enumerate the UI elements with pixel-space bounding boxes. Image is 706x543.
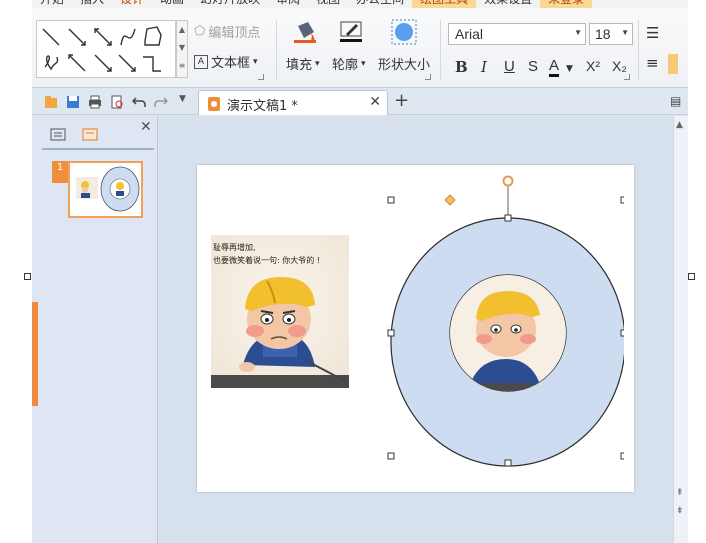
vertical-scrollbar[interactable]: ▲ ⇞ ⇟	[673, 116, 688, 543]
undo-icon[interactable]	[132, 95, 146, 109]
dialog-launcher-icon[interactable]	[624, 74, 630, 80]
document-tab[interactable]: 演示文稿1 * ✕	[198, 90, 388, 115]
save-icon[interactable]	[66, 95, 80, 109]
font-size-value: 18	[595, 26, 611, 42]
chevron-down-icon[interactable]: ▼	[566, 64, 573, 74]
chevron-down-icon: ▼	[574, 28, 582, 37]
divider	[276, 20, 277, 80]
chevron-down-icon: ▼	[621, 28, 629, 37]
fill-label: 填充	[286, 58, 313, 73]
outline-view-icon[interactable]	[48, 126, 68, 144]
slide-number-badge: 1	[52, 161, 68, 183]
font-name-value: Arial	[455, 26, 484, 42]
chevron-down-icon: ▾	[315, 58, 320, 69]
window-resize-handle-left[interactable]	[24, 273, 31, 280]
paint-bucket-icon	[292, 20, 318, 44]
tab-list-icon[interactable]: ▤	[670, 94, 681, 108]
dialog-launcher-icon[interactable]	[258, 74, 264, 80]
underline-button[interactable]: U	[504, 58, 515, 75]
document-title: 演示文稿1 *	[227, 99, 298, 114]
ribbon-tab[interactable]: 绘图工具	[412, 0, 477, 8]
textbox-button[interactable]: A 文本框 ▾	[194, 52, 258, 71]
redo-icon[interactable]	[154, 95, 168, 109]
close-icon[interactable]: ✕	[369, 94, 381, 110]
collapse-ribbon-button[interactable]	[668, 54, 678, 74]
slide-thumbnail[interactable]	[68, 161, 143, 218]
caption-line-1: 耻辱再增加,	[213, 243, 256, 252]
ribbon-tab-bar: 开始插入设计动画幻灯片放映审阅视图办公空间绘图工具效果设置未登录	[32, 0, 688, 8]
presentation-file-icon	[208, 97, 220, 111]
close-panel-icon[interactable]: ✕	[140, 119, 152, 135]
divider	[440, 20, 441, 80]
customize-qat-icon[interactable]: ▼	[179, 94, 186, 104]
fill-button[interactable]: 填充 ▾	[286, 54, 320, 73]
slides-panel: ✕ 1	[32, 116, 158, 543]
caption-line-2: 也要微笑着说一句: 你大爷的 !	[213, 256, 320, 265]
ribbon-tab[interactable]: 开始	[32, 0, 72, 8]
ribbon-tab[interactable]: 视图	[308, 0, 348, 8]
slide-thumbnail-preview	[76, 166, 140, 212]
ribbon-tab[interactable]: 设计	[112, 0, 152, 8]
scroll-up-icon[interactable]: ▲	[676, 120, 683, 130]
superscript-button[interactable]: X²	[586, 58, 600, 74]
window-resize-handle-right[interactable]	[688, 273, 695, 280]
divider	[638, 20, 639, 80]
chevron-down-icon: ▾	[361, 58, 366, 69]
ribbon-tab[interactable]: 动画	[152, 0, 192, 8]
shape-gallery[interactable]	[36, 20, 176, 78]
gallery-scroll[interactable]: ▲ ▼ ≡	[176, 20, 188, 78]
textbox-icon: A	[194, 54, 208, 69]
ribbon: ▲ ▼ ≡ ⬠ 编辑顶点 A 文本框 ▾ 填充 ▾ 轮廓 ▾ 形状大小 Aria…	[32, 8, 688, 88]
font-name-select[interactable]: Arial ▼	[448, 23, 586, 45]
textbox-label: 文本框	[211, 56, 251, 71]
pen-outline-icon	[338, 20, 364, 44]
dialog-launcher-icon[interactable]	[425, 74, 431, 80]
ribbon-tab[interactable]: 幻灯片放映	[192, 0, 268, 8]
prev-slide-icon[interactable]: ⇞	[676, 488, 684, 498]
bullet-list-icon[interactable]: ☰	[646, 24, 659, 42]
align-left-icon[interactable]: ≡	[646, 54, 659, 72]
panel-tabs	[42, 124, 154, 150]
picture-caption: 耻辱再增加, 也要微笑着说一句: 你大爷的 !	[213, 241, 320, 267]
italic-button[interactable]: I	[481, 58, 487, 76]
bold-button[interactable]: B	[455, 58, 468, 76]
text-shadow-button[interactable]: S	[528, 58, 538, 75]
slide-number: 1	[56, 162, 64, 173]
print-icon[interactable]	[88, 95, 102, 109]
subscript-button[interactable]: X₂	[612, 58, 627, 74]
slide-editor: 耻辱再增加, 也要微笑着说一句: 你大爷的 !	[159, 116, 673, 543]
print-preview-icon[interactable]	[110, 95, 124, 109]
ribbon-tab[interactable]: 未登录	[540, 0, 593, 8]
edit-points-label: 编辑顶点	[208, 26, 261, 41]
shape-size-label: 形状大小	[378, 58, 431, 73]
ribbon-tab[interactable]: 效果设置	[476, 0, 540, 8]
app-window: 开始插入设计动画幻灯片放映审阅视图办公空间绘图工具效果设置未登录 ▲▼≡	[32, 0, 688, 543]
ribbon-tab[interactable]: 办公空间	[348, 0, 412, 8]
edit-points-icon: ⬠	[194, 24, 206, 39]
shape-size-icon	[390, 18, 418, 46]
adjust-handle[interactable]	[444, 194, 456, 206]
font-color-button[interactable]: A	[549, 58, 560, 77]
slide-canvas[interactable]: 耻辱再增加, 也要微笑着说一句: 你大爷的 !	[197, 165, 634, 492]
rotate-handle[interactable]	[502, 175, 514, 187]
quick-access-bar: ▼ 演示文稿1 * ✕ + ▤	[32, 89, 688, 115]
donut-shape[interactable]	[384, 173, 624, 469]
edit-points-button[interactable]: ⬠ 编辑顶点	[194, 22, 260, 41]
slides-view-icon[interactable]	[80, 126, 100, 144]
line-shapes-icon	[42, 26, 162, 72]
folder-icon[interactable]	[44, 95, 58, 109]
outline-button[interactable]: 轮廓 ▾	[332, 54, 366, 73]
chevron-down-icon: ▾	[253, 56, 258, 67]
next-slide-icon[interactable]: ⇟	[676, 506, 684, 516]
ribbon-tab[interactable]: 插入	[72, 0, 112, 8]
font-size-select[interactable]: 18 ▼	[589, 23, 633, 45]
panel-resize-handle[interactable]	[32, 302, 38, 406]
shape-size-button[interactable]: 形状大小	[378, 54, 430, 73]
new-tab-button[interactable]: +	[394, 90, 409, 111]
ribbon-tab[interactable]: 审阅	[268, 0, 308, 8]
outline-label: 轮廓	[332, 58, 359, 73]
